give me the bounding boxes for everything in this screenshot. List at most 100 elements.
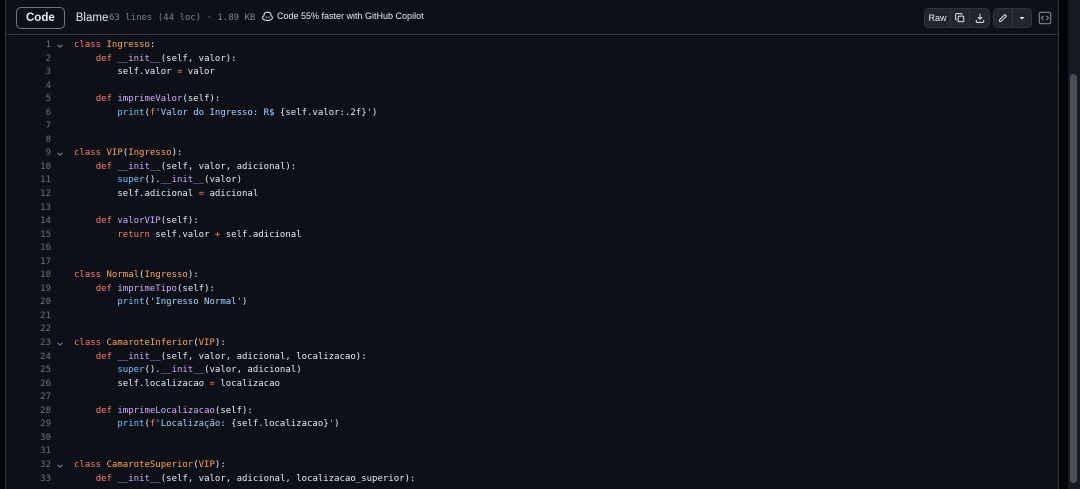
line-number[interactable]: 21	[26, 310, 51, 324]
edit-file-button[interactable]	[994, 9, 1013, 27]
code-token: CamaroteSuperior	[106, 459, 194, 470]
line-number[interactable]: 20	[26, 296, 51, 310]
code-token: ().	[144, 365, 161, 376]
code-line: 10 def __init__(self, valor, adicional):	[6, 161, 1058, 175]
code-text: def __init__(self, valor, adicional, loc…	[74, 351, 367, 365]
line-number[interactable]: 24	[26, 351, 51, 365]
code-text: def imprimeValor(self):	[74, 93, 221, 107]
code-token: __init__	[117, 473, 161, 484]
line-number[interactable]: 4	[26, 80, 51, 94]
code-line: 21	[6, 310, 1058, 324]
copilot-promo-link[interactable]: Code 55% faster with GitHub Copilot	[262, 11, 424, 21]
line-number[interactable]: 32	[26, 459, 51, 473]
scrollbar[interactable]	[1068, 0, 1080, 489]
line-number[interactable]: 27	[26, 391, 51, 405]
code-line: 27	[6, 391, 1058, 405]
code-text: super().__init__(valor)	[74, 174, 242, 188]
code-text: class CamaroteSuperior(VIP):	[74, 459, 226, 473]
download-button[interactable]	[970, 9, 989, 27]
line-number[interactable]: 2	[26, 53, 51, 67]
line-number[interactable]: 1	[26, 39, 51, 53]
code-token: class	[74, 270, 107, 281]
code-token: (valor, adicional)	[204, 365, 302, 376]
code-token: )	[372, 107, 378, 118]
code-line: 22	[6, 323, 1058, 337]
code-square-icon[interactable]	[1038, 11, 1052, 25]
copy-icon	[955, 13, 965, 23]
line-number[interactable]: 28	[26, 405, 51, 419]
code-line: 26 self.localizacao = localizacao	[6, 378, 1058, 392]
code-area: 1 class Ingresso: 2 def __init__(self, val…	[6, 39, 1058, 486]
line-number[interactable]: 22	[26, 323, 51, 337]
code-tab[interactable]: Code	[16, 7, 65, 29]
line-number[interactable]: 10	[26, 161, 51, 175]
code-line: 12 self.adicional = adicional	[6, 188, 1058, 202]
line-number[interactable]: 23	[26, 337, 51, 351]
code-token: )	[334, 419, 340, 430]
line-number[interactable]: 7	[26, 120, 51, 134]
line-number[interactable]: 5	[26, 93, 51, 107]
code-text: class CamaroteInferior(VIP):	[74, 337, 226, 351]
code-token: imprimeTipo	[117, 283, 177, 294]
code-line: 4	[6, 80, 1058, 94]
code-line: 18 class Normal(Ingresso):	[6, 269, 1058, 283]
code-token: Ingresso	[128, 148, 172, 159]
scrollbar-thumb[interactable]	[1070, 74, 1077, 483]
code-text: print('Ingresso Normal')	[74, 296, 247, 310]
code-token: self.adicional	[220, 229, 302, 240]
line-number[interactable]: 19	[26, 283, 51, 297]
code-line: 25 super().__init__(valor, adicional)	[6, 364, 1058, 378]
copy-raw-button[interactable]	[951, 9, 970, 27]
code-line: 11 super().__init__(valor)	[6, 174, 1058, 188]
code-token: __init__	[117, 53, 161, 64]
line-number[interactable]: 14	[26, 215, 51, 229]
line-number[interactable]: 6	[26, 107, 51, 121]
code-token: self.valor	[155, 229, 215, 240]
code-token: ):	[214, 459, 226, 470]
edit-dropdown-button[interactable]	[1013, 9, 1031, 27]
line-number[interactable]: 33	[26, 473, 51, 487]
line-number[interactable]: 12	[26, 188, 51, 202]
line-number[interactable]: 13	[26, 202, 51, 216]
code-token: Ingresso	[144, 270, 188, 281]
chevron-down-icon[interactable]	[56, 42, 64, 50]
chevron-down-icon[interactable]	[56, 462, 64, 470]
code-line: 17	[6, 256, 1058, 270]
code-token: __init__	[117, 161, 161, 172]
line-number[interactable]: 16	[26, 242, 51, 256]
line-number[interactable]: 29	[26, 418, 51, 432]
line-number[interactable]: 9	[26, 147, 51, 161]
code-line: 29 print(f'Localização: {self.localizaca…	[6, 418, 1058, 432]
file-actions-group: Raw	[924, 8, 990, 28]
code-token: def	[95, 94, 118, 105]
chevron-down-icon[interactable]	[56, 340, 64, 348]
code-line: 28 def imprimeLocalizacao(self):	[6, 405, 1058, 419]
line-number[interactable]: 31	[26, 445, 51, 459]
line-number[interactable]: 26	[26, 378, 51, 392]
code-token: class	[74, 338, 107, 349]
line-number[interactable]: 30	[26, 432, 51, 446]
line-number[interactable]: 25	[26, 364, 51, 378]
code-token: (self, valor, adicional):	[160, 161, 297, 172]
line-number[interactable]: 8	[26, 134, 51, 148]
code-text: class Normal(Ingresso):	[74, 269, 199, 283]
line-number[interactable]: 17	[26, 256, 51, 270]
line-number[interactable]: 15	[26, 229, 51, 243]
line-number[interactable]: 18	[26, 269, 51, 283]
chevron-down-icon[interactable]	[56, 150, 64, 158]
code-token: CamaroteInferior	[106, 338, 194, 349]
line-number[interactable]: 3	[26, 66, 51, 80]
code-line: 2 def __init__(self, valor):	[6, 53, 1058, 67]
line-number[interactable]: 11	[26, 174, 51, 188]
code-token: self.localizacao	[74, 378, 210, 389]
code-token: adicional	[204, 189, 259, 200]
file-toolbar: Code Blame 63 lines (44 loc) · 1.89 KB C…	[6, 0, 1058, 35]
raw-button[interactable]: Raw	[925, 9, 951, 27]
